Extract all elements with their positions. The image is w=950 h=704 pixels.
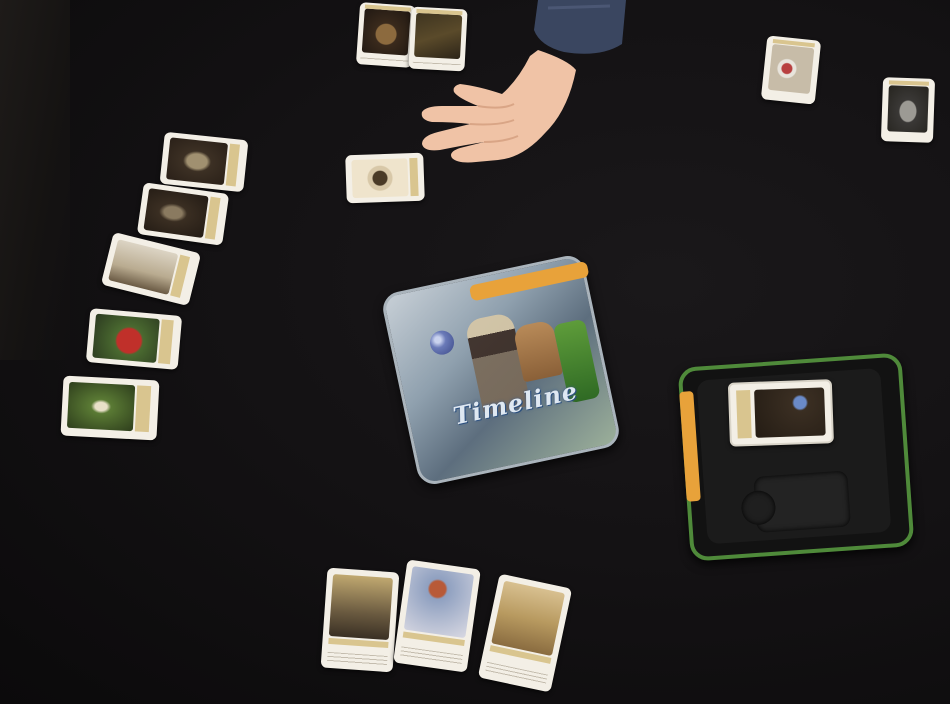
tomato-card[interactable] <box>85 308 183 370</box>
stonehenge-card[interactable] <box>320 567 400 673</box>
fossil-card[interactable] <box>159 131 249 193</box>
molecule-card[interactable] <box>760 35 822 105</box>
round-artifact-card[interactable] <box>345 152 425 204</box>
beetle-card[interactable] <box>136 182 230 246</box>
forest-card[interactable] <box>408 6 468 72</box>
deck-top-card[interactable] <box>727 379 834 447</box>
game-table: Timeline <box>0 0 950 704</box>
temple-card[interactable] <box>477 573 573 693</box>
tin-planet-art <box>427 328 457 357</box>
plant-card[interactable] <box>60 375 160 441</box>
figures-card[interactable] <box>100 231 202 307</box>
satellite-card[interactable] <box>880 77 936 143</box>
table-edge-shadow <box>0 0 70 360</box>
planet-card[interactable] <box>355 2 417 68</box>
card-box[interactable] <box>677 352 915 562</box>
timeline-tin[interactable]: Timeline <box>379 252 623 488</box>
tin-orange-banner <box>468 260 590 302</box>
balloon-card[interactable] <box>393 559 481 673</box>
